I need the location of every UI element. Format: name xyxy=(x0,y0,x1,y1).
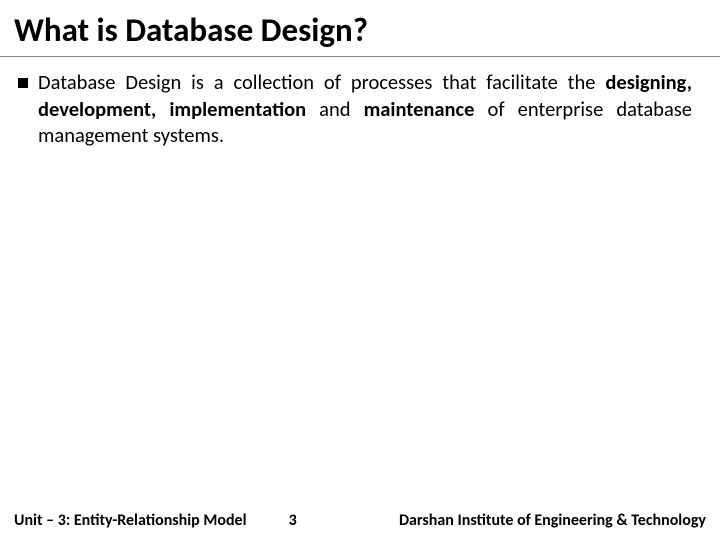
footer-page-number: 3 xyxy=(247,511,399,530)
bullet-item: Database Design is a collection of proce… xyxy=(18,69,692,149)
content-area: Database Design is a collection of proce… xyxy=(0,65,720,149)
footer-institute: Darshan Institute of Engineering & Techn… xyxy=(399,511,706,530)
bold-segment: maintenance xyxy=(364,96,475,122)
slide: What is Database Design? Database Design… xyxy=(0,0,720,540)
slide-title: What is Database Design? xyxy=(0,0,720,56)
text-segment: and xyxy=(306,96,364,122)
footer: Unit – 3: Entity-Relationship Model 3 Da… xyxy=(0,511,720,530)
bullet-text: Database Design is a collection of proce… xyxy=(38,69,692,149)
divider xyxy=(0,56,720,57)
text-segment: Database Design is a collection of proce… xyxy=(38,69,605,95)
bullet-marker xyxy=(18,78,28,88)
footer-unit: Unit – 3: Entity-Relationship Model xyxy=(14,511,247,530)
